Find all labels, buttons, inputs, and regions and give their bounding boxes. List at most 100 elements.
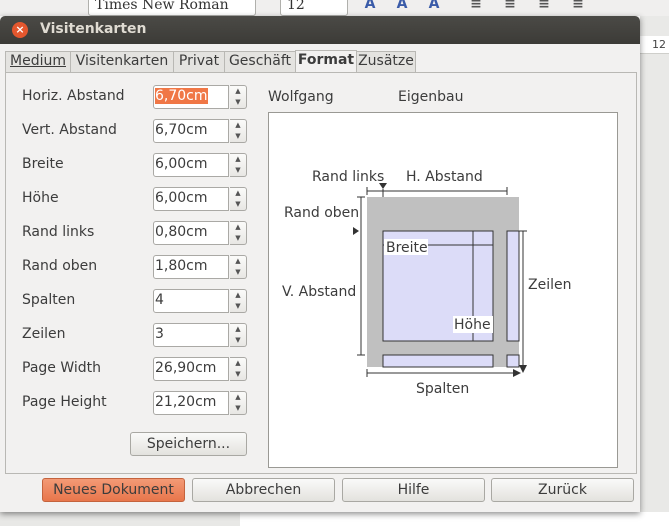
char-bg-icon[interactable]: A [424,0,444,14]
spin-up-icon[interactable]: ▲ [230,392,246,403]
spin-up-icon[interactable]: ▲ [230,222,246,233]
type-label: Eigenbau [398,89,464,105]
h-abstand-text: H. Abstand [406,169,483,185]
v-abstand-text: V. Abstand [282,284,356,300]
rand-links-spinner[interactable]: 0,80cm ▲ ▼ [153,221,247,245]
back-button[interactable]: Zurück [491,478,634,502]
spalten-spinner[interactable]: 4 ▲ ▼ [153,289,247,313]
breite-text: Breite [386,240,428,256]
label-cell [506,230,520,342]
spalten-label: Spalten [22,292,76,308]
vert-abstand-stepper[interactable]: ▲ ▼ [230,119,247,143]
background-document-area: 12 [640,16,669,526]
tab-medium[interactable]: Medium [5,51,71,72]
rand-links-stepper[interactable]: ▲ ▼ [230,221,247,245]
align-center-icon[interactable]: ≡ [500,0,520,14]
cancel-button[interactable]: Abbrechen [192,478,335,502]
page-width-input[interactable]: 26,90cm [153,357,229,381]
rand-links-text: Rand links [312,169,384,185]
spin-down-icon[interactable]: ▼ [230,335,246,346]
zeilen-input[interactable]: 3 [153,323,229,347]
spin-up-icon[interactable]: ▲ [230,154,246,165]
align-left-icon[interactable]: ≡ [466,0,486,14]
spin-up-icon[interactable]: ▲ [230,120,246,131]
preview-diagram: Rand links H. Abstand Rand oben Breite V… [282,169,571,397]
vert-abstand-spinner[interactable]: 6,70cm ▲ ▼ [153,119,247,143]
tab-zusaetze-label: Zusätze [358,53,414,69]
page-height-spinner[interactable]: 21,20cm ▲ ▼ [153,391,247,415]
spin-up-icon[interactable]: ▲ [230,256,246,267]
page-height-input[interactable]: 21,20cm [153,391,229,415]
spin-up-icon[interactable]: ▲ [230,358,246,369]
tab-visitenkarten-label: Visitenkarten [75,53,169,69]
horiz-abstand-spinner[interactable]: 6,70cm ▲ ▼ [153,85,247,109]
tab-geschaeft[interactable]: Geschäft [224,51,296,72]
tab-privat[interactable]: Privat [173,51,225,72]
tab-geschaeft-label: Geschäft [228,53,292,69]
zeilen-stepper[interactable]: ▲ ▼ [230,323,247,347]
spin-down-icon[interactable]: ▼ [230,97,246,108]
breite-stepper[interactable]: ▲ ▼ [230,153,247,177]
spin-down-icon[interactable]: ▼ [230,267,246,278]
tab-format-label: Format [297,52,355,68]
rand-oben-input[interactable]: 1,80cm [153,255,229,279]
align-right-icon[interactable]: ≡ [534,0,554,14]
breite-spinner[interactable]: 6,00cm ▲ ▼ [153,153,247,177]
tab-zusaetze[interactable]: Zusätze [356,51,416,72]
breite-label: Breite [22,156,64,172]
page-width-spinner[interactable]: 26,90cm ▲ ▼ [153,357,247,381]
spin-down-icon[interactable]: ▼ [230,165,246,176]
ruler: 12 [640,36,669,54]
close-icon[interactable]: × [12,22,28,38]
business-cards-dialog: × Visitenkarten Medium Visitenkarten Pri… [0,16,640,512]
rand-links-input[interactable]: 0,80cm [153,221,229,245]
rand-links-label: Rand links [22,224,95,240]
spin-up-icon[interactable]: ▲ [230,324,246,335]
help-button[interactable]: Hilfe [342,478,485,502]
breite-input[interactable]: 6,00cm [153,153,229,177]
spin-down-icon[interactable]: ▼ [230,403,246,414]
rand-oben-spinner[interactable]: 1,80cm ▲ ▼ [153,255,247,279]
page-width-stepper[interactable]: ▲ ▼ [230,357,247,381]
horiz-abstand-stepper[interactable]: ▲ ▼ [230,85,247,109]
spin-down-icon[interactable]: ▼ [230,369,246,380]
spin-up-icon[interactable]: ▲ [230,86,246,97]
hoehe-stepper[interactable]: ▲ ▼ [230,187,247,211]
vert-abstand-input[interactable]: 6,70cm [153,119,229,143]
spalten-stepper[interactable]: ▲ ▼ [230,289,247,313]
hoehe-input[interactable]: 6,00cm [153,187,229,211]
save-button[interactable]: Speichern... [130,432,247,456]
tab-format[interactable]: Format [295,50,357,73]
tab-visitenkarten[interactable]: Visitenkarten [70,51,174,72]
rand-oben-arrow [353,227,359,235]
label-cell [506,354,520,368]
spin-down-icon[interactable]: ▼ [230,199,246,210]
zeilen-spinner[interactable]: 3 ▲ ▼ [153,323,247,347]
rand-oben-stepper[interactable]: ▲ ▼ [230,255,247,279]
spin-down-icon[interactable]: ▼ [230,301,246,312]
rand-oben-text: Rand oben [284,205,359,221]
font-size-box[interactable]: 12 [280,0,348,16]
new-document-button[interactable]: Neues Dokument [42,478,185,502]
zeilen-text: Zeilen [528,277,571,293]
background-toolbar: Times New Roman 12 A A A ≡ ≡ ≡ ≡ [0,0,669,17]
spalten-arrow [513,369,521,377]
font-name-box[interactable]: Times New Roman [88,0,256,16]
tab-medium-label: Medium [10,53,66,69]
title-bar: × Visitenkarten [0,16,640,44]
justify-icon[interactable]: ≡ [568,0,588,14]
spin-down-icon[interactable]: ▼ [230,131,246,142]
tab-privat-label: Privat [178,53,220,69]
manufacturer-label: Wolfgang [268,89,334,105]
spin-up-icon[interactable]: ▲ [230,290,246,301]
spin-up-icon[interactable]: ▲ [230,188,246,199]
spalten-input[interactable]: 4 [153,289,229,313]
background-page [240,512,669,526]
highlight-icon[interactable]: A [392,0,412,14]
horiz-abstand-input[interactable]: 6,70cm [153,85,229,109]
page-height-stepper[interactable]: ▲ ▼ [230,391,247,415]
spin-down-icon[interactable]: ▼ [230,233,246,244]
hoehe-spinner[interactable]: 6,00cm ▲ ▼ [153,187,247,211]
zeilen-label: Zeilen [22,326,66,342]
font-color-icon[interactable]: A [360,0,380,14]
